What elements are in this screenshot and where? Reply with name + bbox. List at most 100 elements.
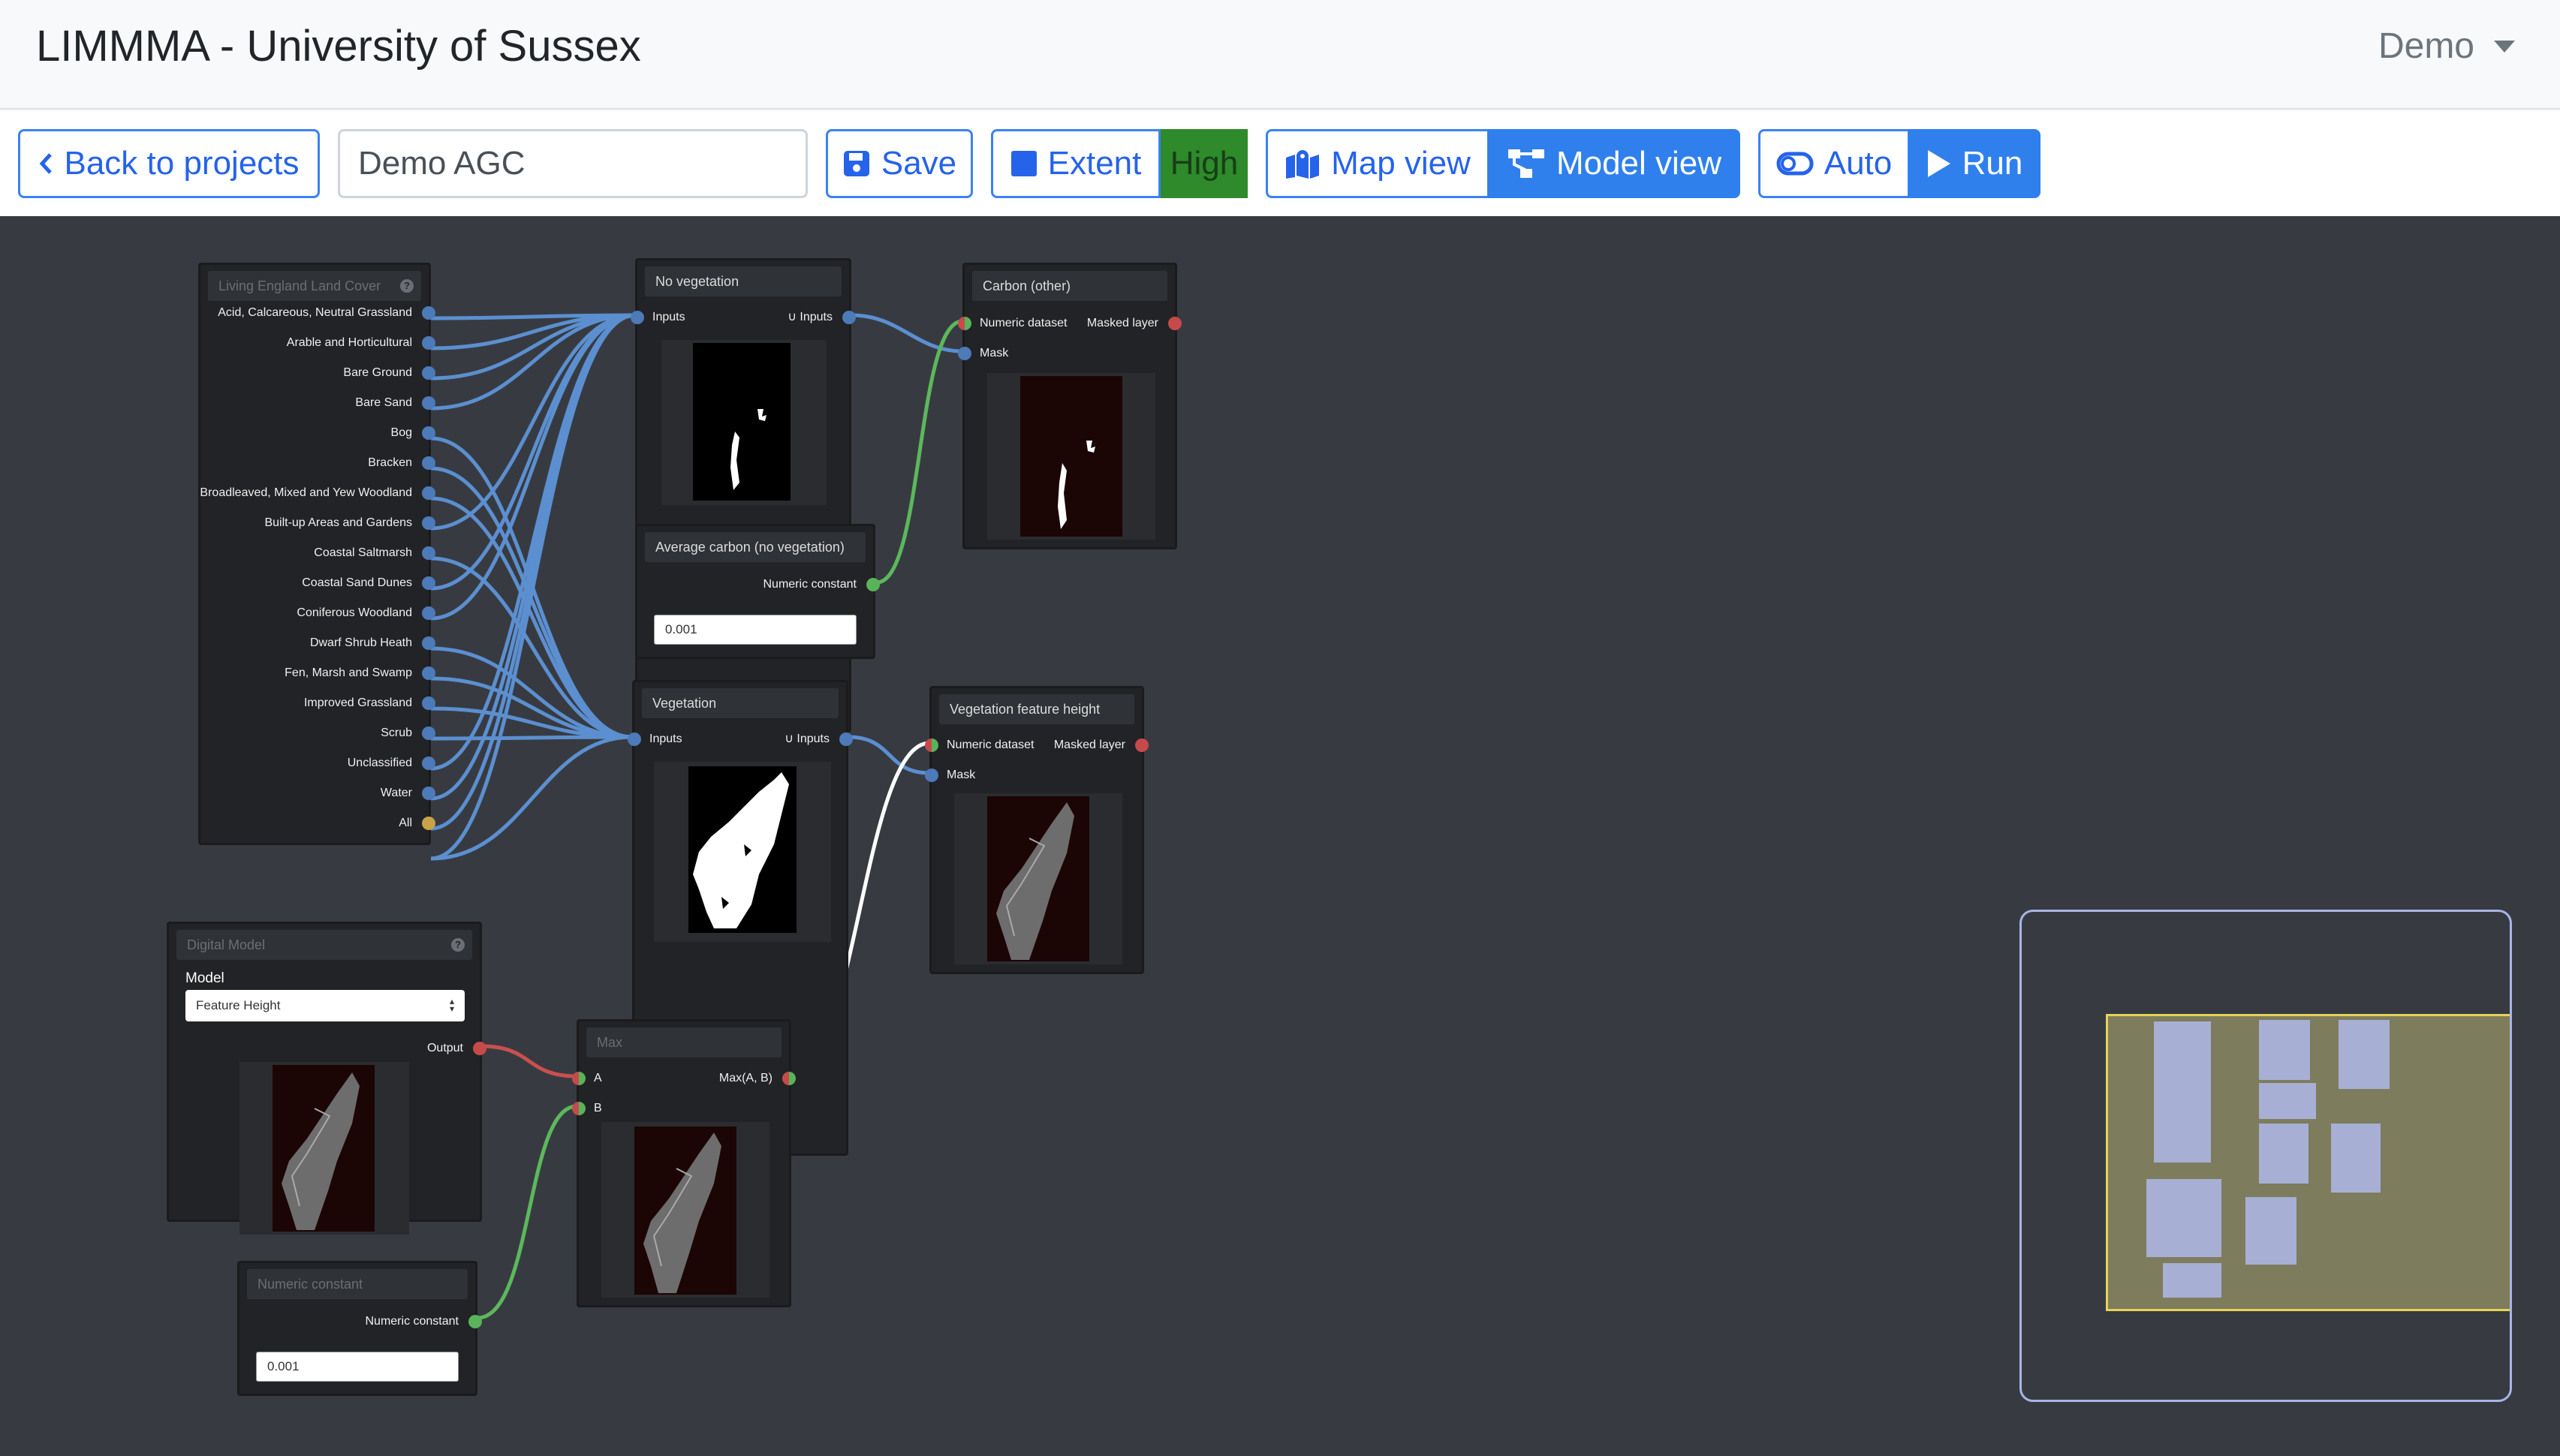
minimap-node [2339,1020,2390,1089]
land-cover-output-label: Improved Grassland [303,696,412,709]
minimap[interactable] [2019,910,2512,1402]
land-cover-output-port[interactable] [422,306,435,320]
resolution-badge: High [1161,129,1248,198]
land-cover-output-label: Scrub [381,726,412,739]
land-cover-output-port[interactable] [422,396,435,410]
constant-value-input[interactable]: 0.001 [256,1352,459,1382]
land-cover-output-port[interactable] [422,516,435,530]
input-label: Mask [947,769,976,781]
max-node[interactable]: Max A B Max(A, B) [572,1019,796,1307]
land-cover-output-port[interactable] [422,666,435,680]
minimap-node [2259,1124,2309,1184]
constant-value-input[interactable]: 0.001 [654,615,857,645]
node-title: Average carbon (no vegetation) [645,532,866,562]
save-icon [843,151,869,176]
carbon-other-node[interactable]: Carbon (other) Numeric dataset Mask Mask… [958,263,1182,549]
model-select[interactable]: Feature Height ▴ ▾ [185,990,465,1021]
masked-layer-preview-image [987,796,1089,961]
output-port[interactable] [1168,317,1182,330]
input-port-mask[interactable] [958,347,971,360]
output-label: ∪ Inputs [785,733,830,745]
wire-digital-model-to-max-a [481,1044,577,1078]
input-port[interactable] [631,311,644,324]
digital-model-node[interactable]: Digital Model ? Model Feature Height ▴ ▾ … [167,922,486,1235]
extent-label: Extent [1047,145,1142,182]
run-button[interactable]: Run [1908,129,2040,198]
extent-button[interactable]: Extent [991,129,1161,198]
land-cover-output-port[interactable] [422,757,435,770]
minimap-node [2154,1021,2211,1163]
land-cover-output-port[interactable] [422,787,435,800]
input-port-a[interactable] [572,1072,586,1085]
numeric-constant-node[interactable]: Numeric constant Numeric constant 0.001 [237,1261,482,1396]
land-cover-output-port[interactable] [422,546,435,560]
avg-carbon-node[interactable]: Average carbon (no vegetation) Numeric c… [635,524,880,659]
land-cover-output-port[interactable] [422,366,435,380]
masked-layer-preview-image [1020,376,1122,537]
project-name-input[interactable] [338,129,808,198]
save-button[interactable]: Save [826,129,973,198]
output-port[interactable] [782,1072,796,1085]
wire-land-cover-to-no-vegetation [430,313,636,771]
user-menu-label: Demo [2378,26,2474,66]
select-arrows-icon: ▴ ▾ [449,996,454,1014]
layer-preview [239,1062,409,1235]
output-port[interactable] [1135,739,1149,752]
land-cover-output-label: Fen, Marsh and Swamp [285,666,412,679]
wire-avg-carbon-to-carbon-dataset [876,319,963,585]
node-title: No vegetation [645,266,842,296]
land-cover-output-port[interactable] [422,696,435,710]
no-vegetation-node[interactable]: No vegetation Inputs ∪ Inputs [631,258,856,733]
toggle-off-icon [1776,152,1814,176]
model-label: Model [185,970,224,986]
land-cover-output-label: Bog [390,426,412,439]
output-port[interactable] [842,311,856,324]
input-port-b[interactable] [572,1102,586,1115]
land-cover-output-port[interactable] [422,486,435,500]
input-port-dataset[interactable] [925,739,938,752]
land-cover-output-port[interactable] [422,576,435,590]
output-label: ∪ Inputs [788,311,833,323]
square-icon [1010,151,1037,176]
land-cover-output-port[interactable] [422,456,435,470]
land-cover-output-port[interactable] [422,606,435,620]
veg-feature-height-node[interactable]: Vegetation feature height Numeric datase… [925,686,1149,974]
output-port[interactable] [839,733,853,746]
land-cover-output-port[interactable] [422,636,435,650]
map-view-button[interactable]: Map view [1266,129,1489,198]
land-cover-output-label: Arable and Horticultural [286,336,412,349]
land-cover-output-label: Built-up Areas and Gardens [264,516,412,529]
output-port[interactable] [866,578,880,591]
help-icon[interactable]: ? [400,279,414,293]
land-cover-output-label: All [399,817,412,829]
input-port-mask[interactable] [925,769,938,782]
minimap-node [2331,1124,2381,1193]
wire-land-cover-to-vegetation [430,496,633,739]
land-cover-output-port[interactable] [422,817,435,830]
back-to-projects-button[interactable]: Back to projects [18,129,320,198]
node-title: Vegetation [642,688,839,718]
minimap-node [2245,1197,2296,1265]
output-port[interactable] [473,1042,486,1055]
user-menu[interactable]: Demo [2378,26,2515,67]
mask-preview-image [693,343,791,501]
land-cover-node[interactable]: Living England Land Cover ? Acid, Calcar… [198,263,435,845]
input-port-dataset[interactable] [958,317,971,330]
land-cover-output-label: Water [380,787,412,799]
model-canvas[interactable]: Living England Land Cover ? Acid, Calcar… [0,216,2560,1456]
layer-preview [654,762,831,942]
toolbar: Back to projects Save Extent High Map vi… [0,111,2560,216]
land-cover-output-port[interactable] [422,726,435,740]
minimap-node [2146,1179,2221,1257]
input-port[interactable] [628,733,641,746]
model-view-button[interactable]: Model view [1488,129,1740,198]
land-cover-output-label: Coniferous Woodland [297,606,412,619]
auto-toggle-button[interactable]: Auto [1758,129,1910,198]
land-cover-output-port[interactable] [422,426,435,440]
wire-land-cover-to-vegetation [430,735,633,741]
max-preview-image [634,1127,736,1295]
output-port[interactable] [468,1315,482,1328]
help-icon[interactable]: ? [451,938,465,952]
land-cover-output-port[interactable] [422,336,435,350]
map-view-label: Map view [1331,145,1471,182]
